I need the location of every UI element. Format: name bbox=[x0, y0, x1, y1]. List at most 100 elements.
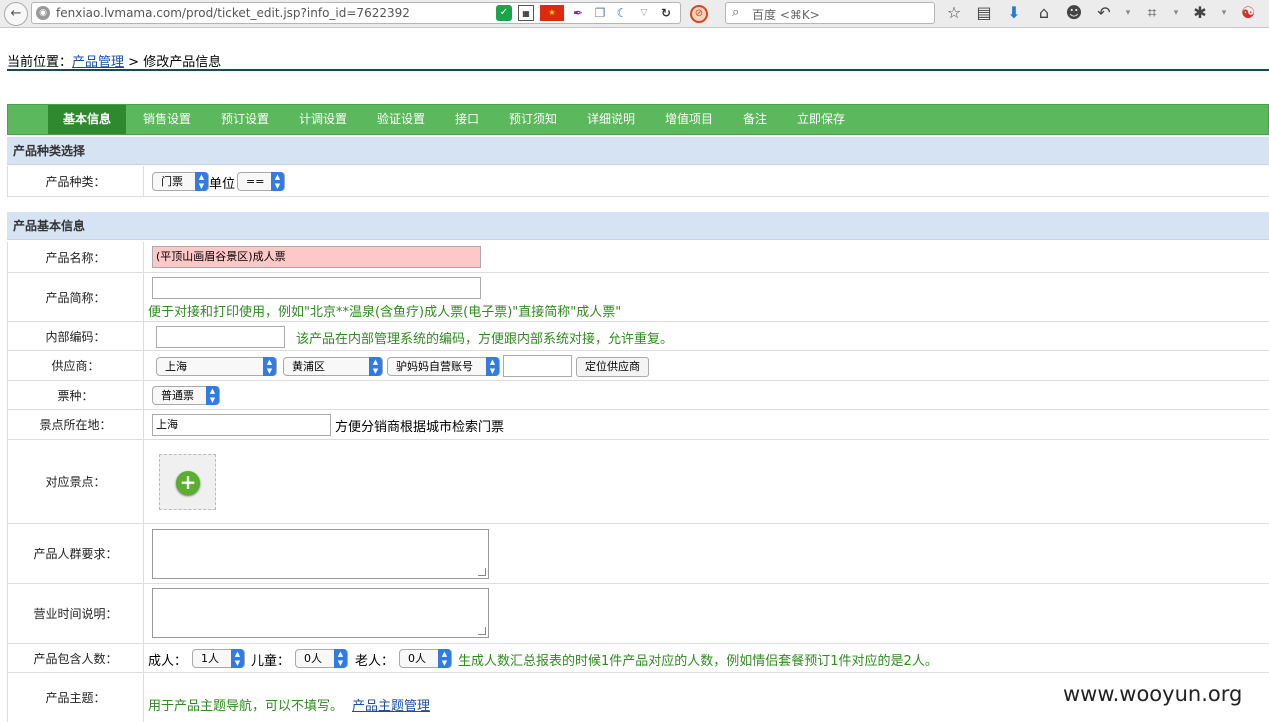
chevron-updown-icon: ▲ ▼ bbox=[195, 172, 208, 191]
url-text: fenxiao.lvmama.com/prod/ticket_edit.jsp?… bbox=[56, 6, 410, 20]
row-people: 产品包含人数： 成人： 1人 ▲ ▼ 儿童： 0人 ▲ ▼ 老人： 0人 ▲ ▼ 生成… bbox=[7, 644, 1269, 673]
row-audience: 产品人群要求： bbox=[7, 524, 1269, 584]
moon-icon[interactable]: ☾ bbox=[614, 5, 630, 21]
reload-icon[interactable]: ↻ bbox=[658, 5, 674, 21]
child-select[interactable]: 0人 ▲ ▼ bbox=[295, 649, 348, 668]
add-spot-box[interactable]: + bbox=[159, 454, 216, 510]
ticket-type-select[interactable]: 普通票 ▲ ▼ bbox=[152, 386, 220, 405]
search-placeholder: 百度 <⌘K> bbox=[752, 8, 820, 22]
section-basic-info: 产品基本信息 bbox=[7, 212, 1269, 240]
adult-label: 成人： bbox=[148, 654, 188, 669]
product-name-input[interactable]: (平顶山画眉谷景区)成人票 bbox=[152, 246, 481, 268]
chevron-updown-icon: ▲ ▼ bbox=[334, 649, 347, 668]
unit-value: == bbox=[246, 175, 265, 188]
bug-icon[interactable]: ✱ bbox=[1189, 3, 1211, 23]
theme-management-link[interactable]: 产品主题管理 bbox=[352, 695, 430, 714]
hours-textarea[interactable] bbox=[152, 588, 489, 638]
tab-verify-settings[interactable]: 验证设置 bbox=[377, 105, 425, 134]
extension-icon[interactable]: ☯ bbox=[1237, 3, 1259, 23]
adblock-icon[interactable]: ⊘ bbox=[690, 5, 708, 23]
people-hint: 生成人数汇总报表的时候1件产品对应的人数，例如情侣套餐预订1件对应的是2人。 bbox=[458, 654, 938, 669]
internal-code-label: 内部编码： bbox=[8, 322, 144, 350]
download-icon[interactable]: ⬇ bbox=[1003, 3, 1025, 23]
china-flag-icon[interactable]: ★ bbox=[540, 5, 564, 21]
senior-select[interactable]: 0人 ▲ ▼ bbox=[399, 649, 452, 668]
hours-label: 营业时间说明： bbox=[8, 584, 144, 643]
globe-icon: ◉ bbox=[36, 6, 50, 20]
supplier-city-select[interactable]: 上海 ▲ ▼ bbox=[156, 357, 277, 376]
chevron-updown-icon: ▲ ▼ bbox=[438, 649, 451, 668]
supplier-text-input[interactable] bbox=[503, 355, 572, 377]
tab-save-now[interactable]: 立即保存 bbox=[797, 105, 845, 134]
supplier-label: 供应商： bbox=[8, 351, 144, 380]
product-name-label: 产品名称： bbox=[8, 242, 144, 272]
shield-icon[interactable]: ✓ bbox=[496, 5, 512, 21]
row-spot: 对应景点： + bbox=[7, 440, 1269, 524]
dropdown-icon[interactable]: ▽ bbox=[636, 5, 652, 21]
unit-label: 单位 bbox=[209, 177, 236, 192]
breadcrumb-prefix: 当前位置： bbox=[7, 55, 73, 70]
tab-value-added[interactable]: 增值项目 bbox=[665, 105, 713, 134]
audience-label: 产品人群要求： bbox=[8, 524, 144, 583]
star-icon[interactable]: ☆ bbox=[943, 3, 965, 23]
adult-value: 1人 bbox=[201, 652, 219, 665]
category-label: 产品种类： bbox=[8, 166, 144, 196]
document-icon[interactable]: ❐ bbox=[592, 5, 608, 21]
browser-toolbar: ← ◉ fenxiao.lvmama.com/prod/ticket_edit.… bbox=[0, 0, 1269, 28]
back-arrow-icon[interactable]: ← bbox=[4, 2, 28, 26]
internal-code-hint: 该产品在内部管理系统的编码，方便跟内部系统对接，允许重复。 bbox=[296, 332, 674, 347]
chevron-updown-icon: ▲ ▼ bbox=[369, 357, 382, 376]
undo-icon[interactable]: ↶ bbox=[1093, 3, 1115, 23]
tab-details[interactable]: 详细说明 bbox=[587, 105, 635, 134]
locate-supplier-button[interactable]: 定位供应商 bbox=[576, 357, 649, 377]
tab-basic-info[interactable]: 基本信息 bbox=[48, 105, 127, 134]
supplier-district-select[interactable]: 黄浦区 ▲ ▼ bbox=[283, 357, 383, 376]
theme-label: 产品主题： bbox=[8, 673, 144, 722]
breadcrumb-current: 修改产品信息 bbox=[143, 55, 222, 70]
row-short-name: 产品简称： 便于对接和打印使用，例如"北京**温泉(含鱼疗)成人票(电子票)"直… bbox=[7, 273, 1269, 322]
senior-label: 老人： bbox=[355, 654, 395, 669]
feather-icon[interactable]: ✒ bbox=[570, 5, 586, 21]
plus-icon[interactable]: + bbox=[176, 471, 200, 495]
reading-list-icon[interactable]: ▤ bbox=[973, 3, 995, 23]
audience-textarea[interactable] bbox=[152, 529, 489, 579]
home-icon[interactable]: ⌂ bbox=[1033, 3, 1055, 23]
ticket-type-value: 普通票 bbox=[161, 389, 194, 402]
crop-icon[interactable]: ⌗ bbox=[1141, 3, 1163, 23]
tab-remarks[interactable]: 备注 bbox=[743, 105, 767, 134]
supplier-account-select[interactable]: 驴妈妈自营账号 ▲ ▼ bbox=[387, 357, 500, 376]
category-select[interactable]: 门票 ▲ ▼ bbox=[152, 172, 209, 191]
chevron-updown-icon: ▲ ▼ bbox=[486, 357, 499, 376]
location-input[interactable]: 上海 bbox=[152, 414, 331, 436]
ticket-type-label: 票种： bbox=[8, 381, 144, 409]
chevron-updown-icon: ▲ ▼ bbox=[206, 386, 219, 405]
qr-code-icon[interactable]: ▦ bbox=[518, 5, 534, 21]
internal-code-input[interactable] bbox=[156, 326, 285, 348]
short-name-input[interactable] bbox=[152, 277, 481, 299]
short-name-label: 产品简称： bbox=[8, 273, 144, 321]
tab-booking-notes[interactable]: 预订须知 bbox=[509, 105, 557, 134]
spot-label: 对应景点： bbox=[8, 440, 144, 523]
supplier-account-value: 驴妈妈自营账号 bbox=[396, 360, 473, 373]
category-value: 门票 bbox=[161, 175, 183, 188]
dropdown-icon[interactable]: ▾ bbox=[1123, 3, 1133, 23]
child-label: 儿童： bbox=[251, 654, 291, 669]
search-box[interactable]: ⌕ 百度 <⌘K> bbox=[725, 2, 935, 24]
child-value: 0人 bbox=[304, 652, 322, 665]
row-hours: 营业时间说明： bbox=[7, 584, 1269, 644]
row-internal-code: 内部编码： 该产品在内部管理系统的编码，方便跟内部系统对接，允许重复。 bbox=[7, 322, 1269, 351]
unit-select[interactable]: == ▲ ▼ bbox=[237, 172, 285, 191]
tab-dispatch-settings[interactable]: 计调设置 bbox=[299, 105, 347, 134]
theme-hint: 用于产品主题导航，可以不填写。 bbox=[148, 699, 344, 714]
adult-select[interactable]: 1人 ▲ ▼ bbox=[192, 649, 245, 668]
chat-icon[interactable]: ☻ bbox=[1063, 3, 1085, 23]
dropdown-icon[interactable]: ▾ bbox=[1219, 3, 1229, 23]
address-bar[interactable]: ◉ fenxiao.lvmama.com/prod/ticket_edit.js… bbox=[31, 2, 681, 24]
tab-sales-settings[interactable]: 销售设置 bbox=[143, 105, 191, 134]
supplier-city-value: 上海 bbox=[165, 360, 187, 373]
dropdown-icon[interactable]: ▾ bbox=[1171, 3, 1181, 23]
tab-booking-settings[interactable]: 预订设置 bbox=[221, 105, 269, 134]
tab-interface[interactable]: 接口 bbox=[455, 105, 479, 134]
breadcrumb-link-product-management[interactable]: 产品管理 bbox=[72, 55, 124, 70]
breadcrumb-divider bbox=[7, 69, 1269, 71]
